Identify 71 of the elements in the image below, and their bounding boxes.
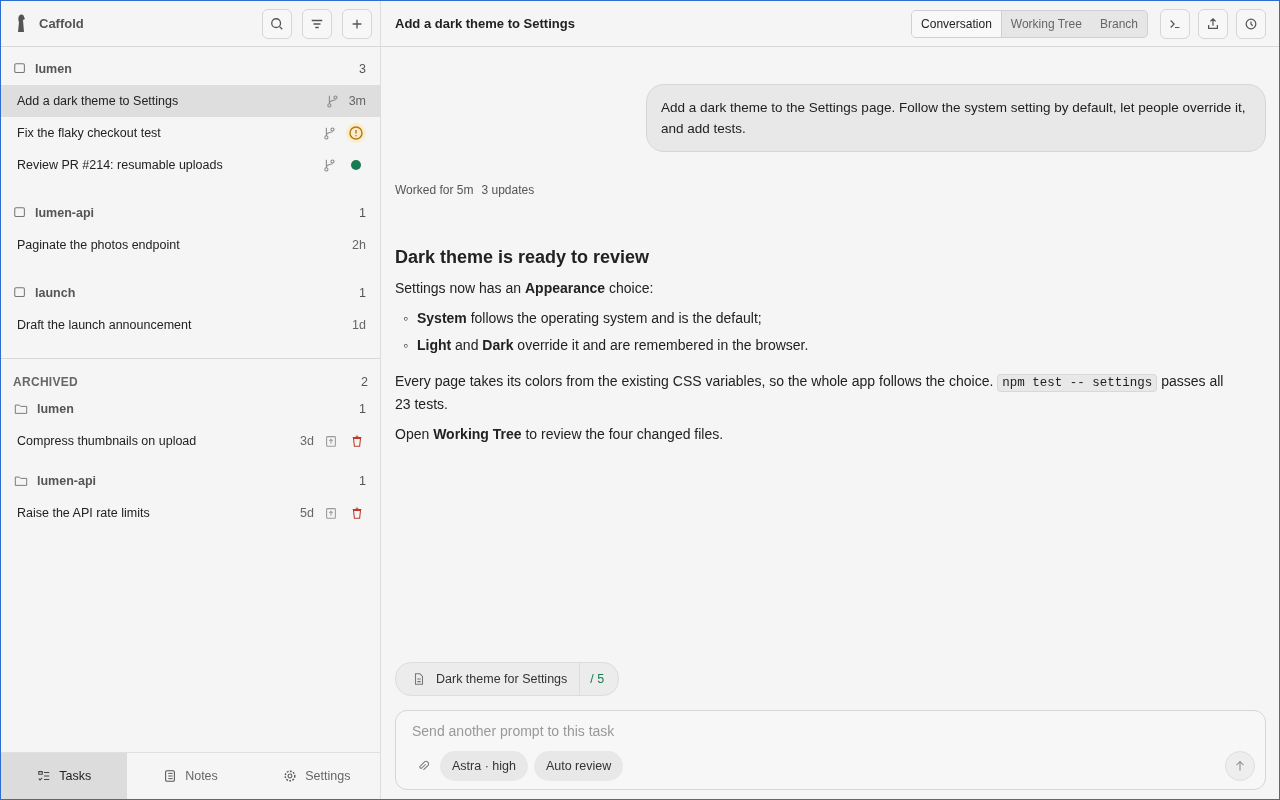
task-count: 1 (359, 286, 366, 300)
group-name: lumen (37, 402, 75, 416)
notebook-icon (163, 769, 178, 783)
share-button[interactable] (1198, 8, 1228, 39)
history-button[interactable] (1236, 8, 1266, 39)
repo-icon (13, 62, 27, 76)
section-heading: ARCHIVED (13, 375, 79, 389)
task-item[interactable]: Draft the launch announcement 1d (1, 309, 380, 341)
task-time: 2h (352, 238, 366, 252)
archived-count: 2 (361, 375, 368, 389)
filter-button[interactable] (302, 8, 332, 39)
inline-code: npm test -- settings (997, 374, 1158, 392)
repo-icon (13, 286, 27, 300)
checklist-icon (37, 769, 52, 783)
search-icon (270, 16, 284, 31)
task-time: 5d (300, 506, 314, 520)
task-item[interactable]: Review PR #214: resumable uploads (1, 149, 380, 181)
app-name: Caffold (39, 16, 84, 31)
view-tab[interactable]: Working Tree (1001, 10, 1091, 37)
share-icon (1206, 16, 1220, 31)
trash-icon (350, 434, 364, 448)
list-bullet: ◦ (403, 336, 408, 355)
task-count: 3 (359, 62, 366, 76)
task-time: 3d (300, 434, 314, 448)
user-message: Add a dark theme to the Settings page. Follow the system setting by default, let people override it, and add tests. (646, 84, 1266, 152)
unarchive-icon (324, 434, 338, 448)
list-bullet: ◦ (403, 309, 408, 328)
task-item[interactable]: Fix the flaky checkout test (1, 117, 380, 149)
group-name: launch (35, 286, 77, 300)
list-item: System follows the operating system and is the default; (416, 309, 762, 328)
group-name: lumen-api (35, 206, 96, 220)
auto-review-toggle[interactable]: Auto review (533, 751, 624, 781)
new-task-button[interactable] (342, 8, 372, 39)
trash-icon (350, 506, 364, 520)
task-count: 1 (359, 474, 366, 488)
task-title: Add a dark theme to Settings (395, 16, 575, 31)
task-item[interactable]: Add a dark theme to Settings 3m (1, 85, 380, 117)
folder-icon (13, 474, 29, 488)
reply-paragraph: Settings now has an Appearance choice: (395, 279, 655, 298)
updates-link[interactable]: 3 updates (481, 183, 535, 197)
folder-icon (13, 402, 29, 416)
search-button[interactable] (262, 8, 292, 39)
reply-paragraph: Every page takes its colors from the existing CSS variables, so the whole app follows the choice. npm test -- settings passes all 23 tests. (395, 372, 1225, 414)
list-item: Light and Dark override it and are remembered in the browser. (416, 336, 809, 355)
archived-task: Compress thumbnails on upload (17, 434, 198, 448)
plan-progress: / 5 (590, 672, 605, 686)
work-duration: Worked for 5m (395, 183, 474, 197)
task-time: 3m (348, 94, 366, 108)
clock-icon (1244, 16, 1258, 31)
repo-icon (13, 206, 27, 220)
group-name: lumen-api (37, 474, 98, 488)
unarchive-icon (324, 506, 338, 520)
task-count: 1 (359, 402, 366, 416)
reply-paragraph: Open Working Tree to review the four changed files. (395, 425, 725, 444)
task-time: 1d (352, 318, 366, 332)
task-count: 1 (359, 206, 366, 220)
paperclip-icon (416, 759, 430, 773)
group-name: lumen (35, 62, 73, 76)
settings-icon (283, 769, 298, 783)
view-tab[interactable]: Branch (1090, 10, 1147, 37)
model-picker[interactable]: Astra · high (440, 751, 528, 781)
bottom-tab[interactable]: Tasks (1, 753, 128, 799)
view-tab[interactable]: Conversation (912, 10, 1002, 37)
reply-heading: Dark theme is ready to review (395, 247, 651, 268)
plan-chip[interactable]: Dark theme for Settings / 5 (395, 662, 620, 696)
prompt-field[interactable]: Send another prompt to this task (412, 721, 1255, 741)
plan-title: Dark theme for Settings (436, 663, 581, 695)
task-item[interactable]: Paginate the photos endpoint 2h (1, 229, 380, 261)
document-icon (412, 672, 426, 686)
arrow-up-icon (1233, 759, 1247, 773)
archived-task: Raise the API rate limits (17, 506, 151, 520)
